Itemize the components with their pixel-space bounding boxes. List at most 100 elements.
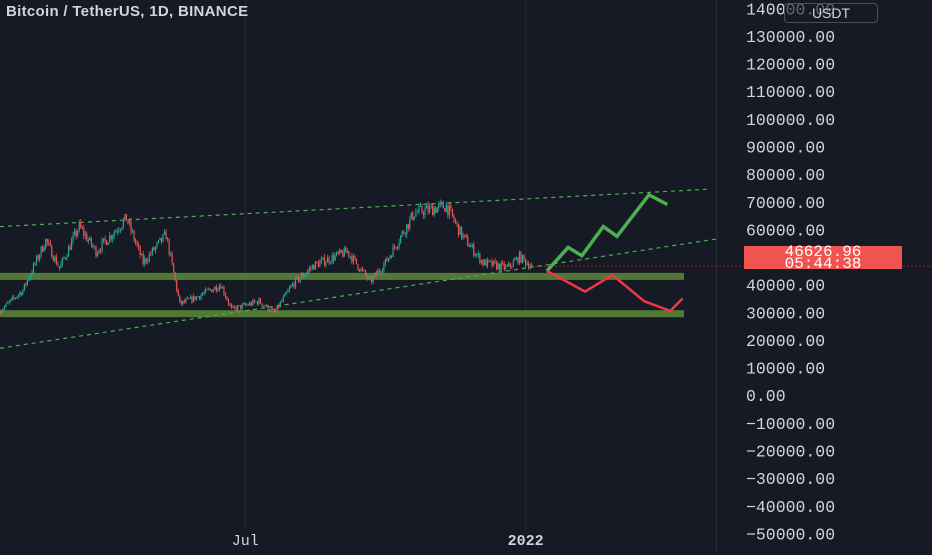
candle-body (28, 278, 30, 281)
candle-body (515, 257, 518, 260)
candle-body (8, 301, 10, 303)
candle-body (258, 298, 260, 305)
candle-body (183, 300, 185, 303)
candle-body (150, 253, 152, 255)
price-tick-label: −20000.00 (746, 443, 835, 462)
price-tick-label: 120000.00 (746, 56, 835, 75)
candle-body (75, 231, 77, 236)
candle-body (279, 302, 281, 308)
candle-body (418, 206, 420, 212)
candle-body (166, 239, 169, 241)
candle-body (310, 268, 312, 270)
price-tick-label: 10000.00 (746, 360, 825, 379)
price-chart-svg[interactable]: −50000.00 −40000.00 −30000.00 −20000.00 −100… (0, 0, 932, 550)
candle-body (322, 257, 324, 260)
candle-body (432, 205, 434, 216)
candle-body (313, 265, 315, 270)
candle-body (336, 252, 338, 256)
candle-body (523, 255, 525, 260)
candle-body (115, 231, 117, 233)
price-tick-label: 130000.00 (746, 28, 835, 47)
candle-body (491, 260, 493, 266)
candle-body (397, 246, 399, 249)
candle-body (179, 295, 181, 302)
candle-body (331, 255, 333, 263)
candle-body (134, 240, 137, 243)
candle-body (214, 286, 216, 290)
candle-body (153, 247, 155, 251)
candle-body (349, 256, 351, 257)
candle-body (518, 252, 521, 264)
candle-body (40, 246, 42, 256)
candle-body (45, 239, 47, 249)
candle-body (506, 265, 508, 267)
candle-body (249, 302, 251, 306)
price-tick-label: −10000.00 (746, 415, 835, 434)
candle-body (52, 257, 54, 261)
candle-body (247, 304, 249, 306)
candle-body (13, 297, 15, 298)
price-tick-label: 40000.00 (746, 277, 825, 296)
candle-body (427, 205, 429, 212)
candle-body (301, 274, 303, 279)
candle-body (465, 235, 467, 237)
candle-body (252, 300, 254, 306)
candle-body (264, 305, 266, 307)
candle-body (2, 309, 4, 312)
candle-body (438, 204, 440, 208)
candle-body (284, 293, 286, 297)
candle-body (112, 236, 114, 240)
currency-button[interactable]: USDT (784, 3, 878, 23)
candle-body (480, 260, 482, 263)
candle-body (447, 204, 449, 216)
candle-body (107, 242, 109, 245)
candle-body (159, 237, 161, 241)
candle-body (25, 283, 27, 285)
candle-body (278, 305, 280, 308)
candle-body (521, 255, 524, 263)
candle-body (185, 299, 187, 303)
candle-body (186, 298, 188, 300)
candle-body (23, 283, 25, 291)
candle-body (401, 231, 403, 236)
candle-body (429, 206, 431, 212)
candle-body (151, 247, 153, 254)
candle-body (430, 205, 432, 207)
candle-body (29, 275, 32, 279)
candle-body (499, 263, 501, 271)
candle-body (369, 277, 371, 279)
candle-body (141, 253, 143, 256)
candle-body (5, 303, 7, 307)
candle-body (404, 233, 406, 235)
candle-body (419, 205, 422, 207)
candle-body (87, 240, 89, 242)
candle-body (200, 294, 202, 299)
candle-body (311, 265, 313, 269)
candle-body (395, 247, 397, 249)
candle-body (474, 255, 476, 256)
candle-body (485, 259, 487, 267)
candle-body (109, 235, 111, 243)
candle-body (340, 249, 342, 253)
candle-body (119, 229, 121, 231)
candle-body (74, 231, 76, 236)
candle-body (244, 303, 246, 306)
candle-body (171, 253, 173, 264)
candle-body (326, 257, 329, 263)
candle-body (0, 311, 3, 314)
candle-body (412, 212, 414, 220)
candle-body (195, 296, 198, 300)
candle-body (223, 287, 225, 295)
candle-body (43, 248, 45, 252)
price-tick-label: −30000.00 (746, 470, 835, 489)
candle-body (98, 250, 100, 253)
candle-body (0, 310, 1, 314)
candle-body (409, 218, 411, 229)
candle-body (128, 221, 131, 224)
candle-body (486, 259, 489, 267)
candle-body (365, 270, 367, 276)
candle-body (154, 246, 156, 251)
candle-body (138, 244, 140, 247)
candle-body (489, 260, 492, 262)
chart[interactable]: −50000.00 −40000.00 −30000.00 −20000.00 −100… (0, 0, 932, 550)
